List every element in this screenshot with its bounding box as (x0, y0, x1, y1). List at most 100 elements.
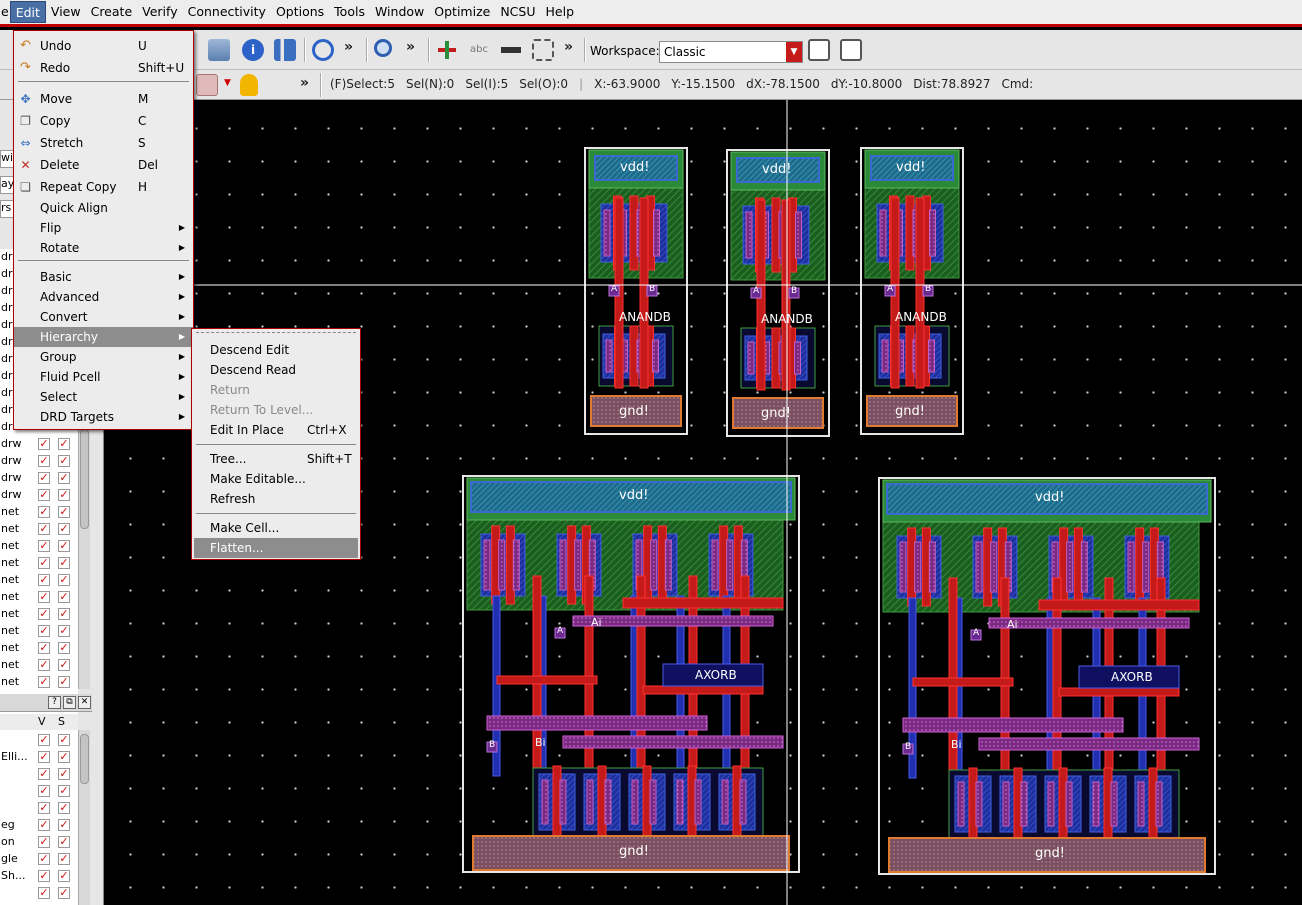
object-row[interactable]: ✓ ✓ (0, 766, 78, 783)
hierarchy-menu-item-descend-edit[interactable]: Descend Edit (194, 340, 358, 360)
layer-row[interactable]: drw ✓ ✓ (0, 487, 78, 504)
scrollbar-thumb[interactable] (80, 429, 89, 529)
visible-checkbox[interactable]: ✓ (38, 438, 50, 450)
hierarchy-menu-item-flatten[interactable]: Flatten... (194, 538, 358, 558)
zoom-icon[interactable] (374, 39, 392, 57)
toolbar-overflow-icon[interactable]: » (344, 39, 353, 55)
hierarchy-menu-item-make-editable[interactable]: Make Editable... (194, 469, 358, 489)
selectable-checkbox[interactable]: ✓ (58, 751, 70, 763)
object-row[interactable]: gle ✓ ✓ (0, 851, 78, 868)
edit-menu-item-quick-align[interactable]: Quick Align (14, 198, 193, 218)
selectable-checkbox[interactable]: ✓ (58, 785, 70, 797)
layer-shape-icon[interactable] (196, 74, 218, 96)
layer-row[interactable]: net ✓ ✓ (0, 538, 78, 555)
visible-checkbox[interactable]: ✓ (38, 557, 50, 569)
menu-connectivity[interactable]: Connectivity (183, 1, 271, 23)
layer-row[interactable]: net ✓ ✓ (0, 674, 78, 691)
selectable-checkbox[interactable]: ✓ (58, 438, 70, 450)
visible-checkbox[interactable]: ✓ (38, 887, 50, 899)
menu-window[interactable]: Window (370, 1, 429, 23)
visible-checkbox[interactable]: ✓ (38, 853, 50, 865)
edit-menu-item-redo[interactable]: ↷ Redo Shift+U (14, 58, 193, 78)
hierarchy-menu-item-refresh[interactable]: Refresh (194, 489, 358, 509)
selectable-checkbox[interactable]: ✓ (58, 489, 70, 501)
chevron-down-icon[interactable]: ▼ (224, 78, 231, 88)
object-row[interactable]: Elli... ✓ ✓ (0, 749, 78, 766)
visible-checkbox[interactable]: ✓ (38, 608, 50, 620)
layer-row[interactable]: net ✓ ✓ (0, 640, 78, 657)
close-icon[interactable]: ✕ (78, 696, 91, 709)
toolbar-overflow-icon[interactable]: » (406, 39, 415, 55)
object-row[interactable]: ✓ ✓ (0, 783, 78, 800)
selectable-checkbox[interactable]: ✓ (58, 523, 70, 535)
menu-view[interactable]: View (46, 1, 86, 23)
label-icon[interactable]: abc (468, 39, 490, 61)
edit-menu-item-copy[interactable]: ❐ Copy C (14, 111, 193, 131)
layer-row[interactable]: net ✓ ✓ (0, 657, 78, 674)
selectable-checkbox[interactable]: ✓ (58, 734, 70, 746)
visible-checkbox[interactable]: ✓ (38, 870, 50, 882)
menu-edit[interactable]: Edit (9, 1, 46, 23)
chevron-down-icon[interactable]: ▼ (786, 42, 802, 62)
menu-help[interactable]: Help (541, 1, 580, 23)
workspace-save-icon[interactable] (808, 39, 830, 61)
selectable-checkbox[interactable]: ✓ (58, 506, 70, 518)
object-row[interactable]: ✓ ✓ (0, 732, 78, 749)
hierarchy-menu-item-make-cell[interactable]: Make Cell... (194, 518, 358, 538)
selectable-checkbox[interactable]: ✓ (58, 819, 70, 831)
edit-menu-item-select[interactable]: Select ▶ (14, 387, 193, 407)
object-row[interactable]: Sh... ✓ ✓ (0, 868, 78, 885)
edit-menu-item-group[interactable]: Group ▶ (14, 347, 193, 367)
selectable-checkbox[interactable]: ✓ (58, 625, 70, 637)
via-icon[interactable] (500, 39, 522, 61)
layer-row[interactable]: drw ✓ ✓ (0, 453, 78, 470)
visible-checkbox[interactable]: ✓ (38, 785, 50, 797)
edit-menu-item-rotate[interactable]: Rotate ▶ (14, 238, 193, 258)
visible-checkbox[interactable]: ✓ (38, 768, 50, 780)
layer-row[interactable]: net ✓ ✓ (0, 606, 78, 623)
visible-checkbox[interactable]: ✓ (38, 472, 50, 484)
layer-row[interactable]: net ✓ ✓ (0, 589, 78, 606)
edit-menu-item-advanced[interactable]: Advanced ▶ (14, 287, 193, 307)
select-area-icon[interactable] (532, 39, 554, 61)
menu-create[interactable]: Create (86, 1, 138, 23)
edit-menu-item-move[interactable]: ✥ Move M (14, 89, 193, 109)
create-pin-icon[interactable] (436, 39, 458, 61)
menu-ncsu[interactable]: NCSU (495, 1, 540, 23)
visible-checkbox[interactable]: ✓ (38, 751, 50, 763)
layer-row[interactable]: net ✓ ✓ (0, 572, 78, 589)
object-row[interactable]: on ✓ ✓ (0, 834, 78, 851)
info-icon[interactable]: i (242, 39, 264, 61)
scrollbar-thumb[interactable] (80, 734, 89, 784)
selectable-checkbox[interactable]: ✓ (58, 887, 70, 899)
selectable-checkbox[interactable]: ✓ (58, 676, 70, 688)
align-icon[interactable] (274, 39, 296, 61)
layer-row[interactable]: net ✓ ✓ (0, 623, 78, 640)
object-list-scrollbar[interactable] (78, 730, 90, 905)
visible-checkbox[interactable]: ✓ (38, 659, 50, 671)
visible-checkbox[interactable]: ✓ (38, 455, 50, 467)
workspace-select[interactable]: Classic ▼ (659, 41, 803, 63)
selectable-checkbox[interactable]: ✓ (58, 591, 70, 603)
selectable-checkbox[interactable]: ✓ (58, 557, 70, 569)
workspace-delete-icon[interactable] (840, 39, 862, 61)
hierarchy-menu-item-descend-read[interactable]: Descend Read (194, 360, 358, 380)
selectable-checkbox[interactable]: ✓ (58, 455, 70, 467)
menu-tools[interactable]: Tools (329, 1, 370, 23)
object-row[interactable]: ✓ ✓ (0, 800, 78, 817)
help-icon[interactable]: ? (48, 696, 61, 709)
selectable-checkbox[interactable]: ✓ (58, 642, 70, 654)
object-row[interactable]: ✓ ✓ (0, 885, 78, 902)
tearoff-line[interactable] (196, 332, 356, 333)
visible-checkbox[interactable]: ✓ (38, 734, 50, 746)
visible-checkbox[interactable]: ✓ (38, 540, 50, 552)
visible-checkbox[interactable]: ✓ (38, 819, 50, 831)
library-icon[interactable] (208, 39, 230, 61)
layer-row[interactable]: drw ✓ ✓ (0, 436, 78, 453)
hierarchy-menu-item-edit-in-place[interactable]: Edit In Place Ctrl+X (194, 420, 358, 440)
selectable-checkbox[interactable]: ✓ (58, 768, 70, 780)
selectable-checkbox[interactable]: ✓ (58, 836, 70, 848)
selectable-checkbox[interactable]: ✓ (58, 608, 70, 620)
selectable-checkbox[interactable]: ✓ (58, 870, 70, 882)
hierarchy-menu-item-tree[interactable]: Tree... Shift+T (194, 449, 358, 469)
